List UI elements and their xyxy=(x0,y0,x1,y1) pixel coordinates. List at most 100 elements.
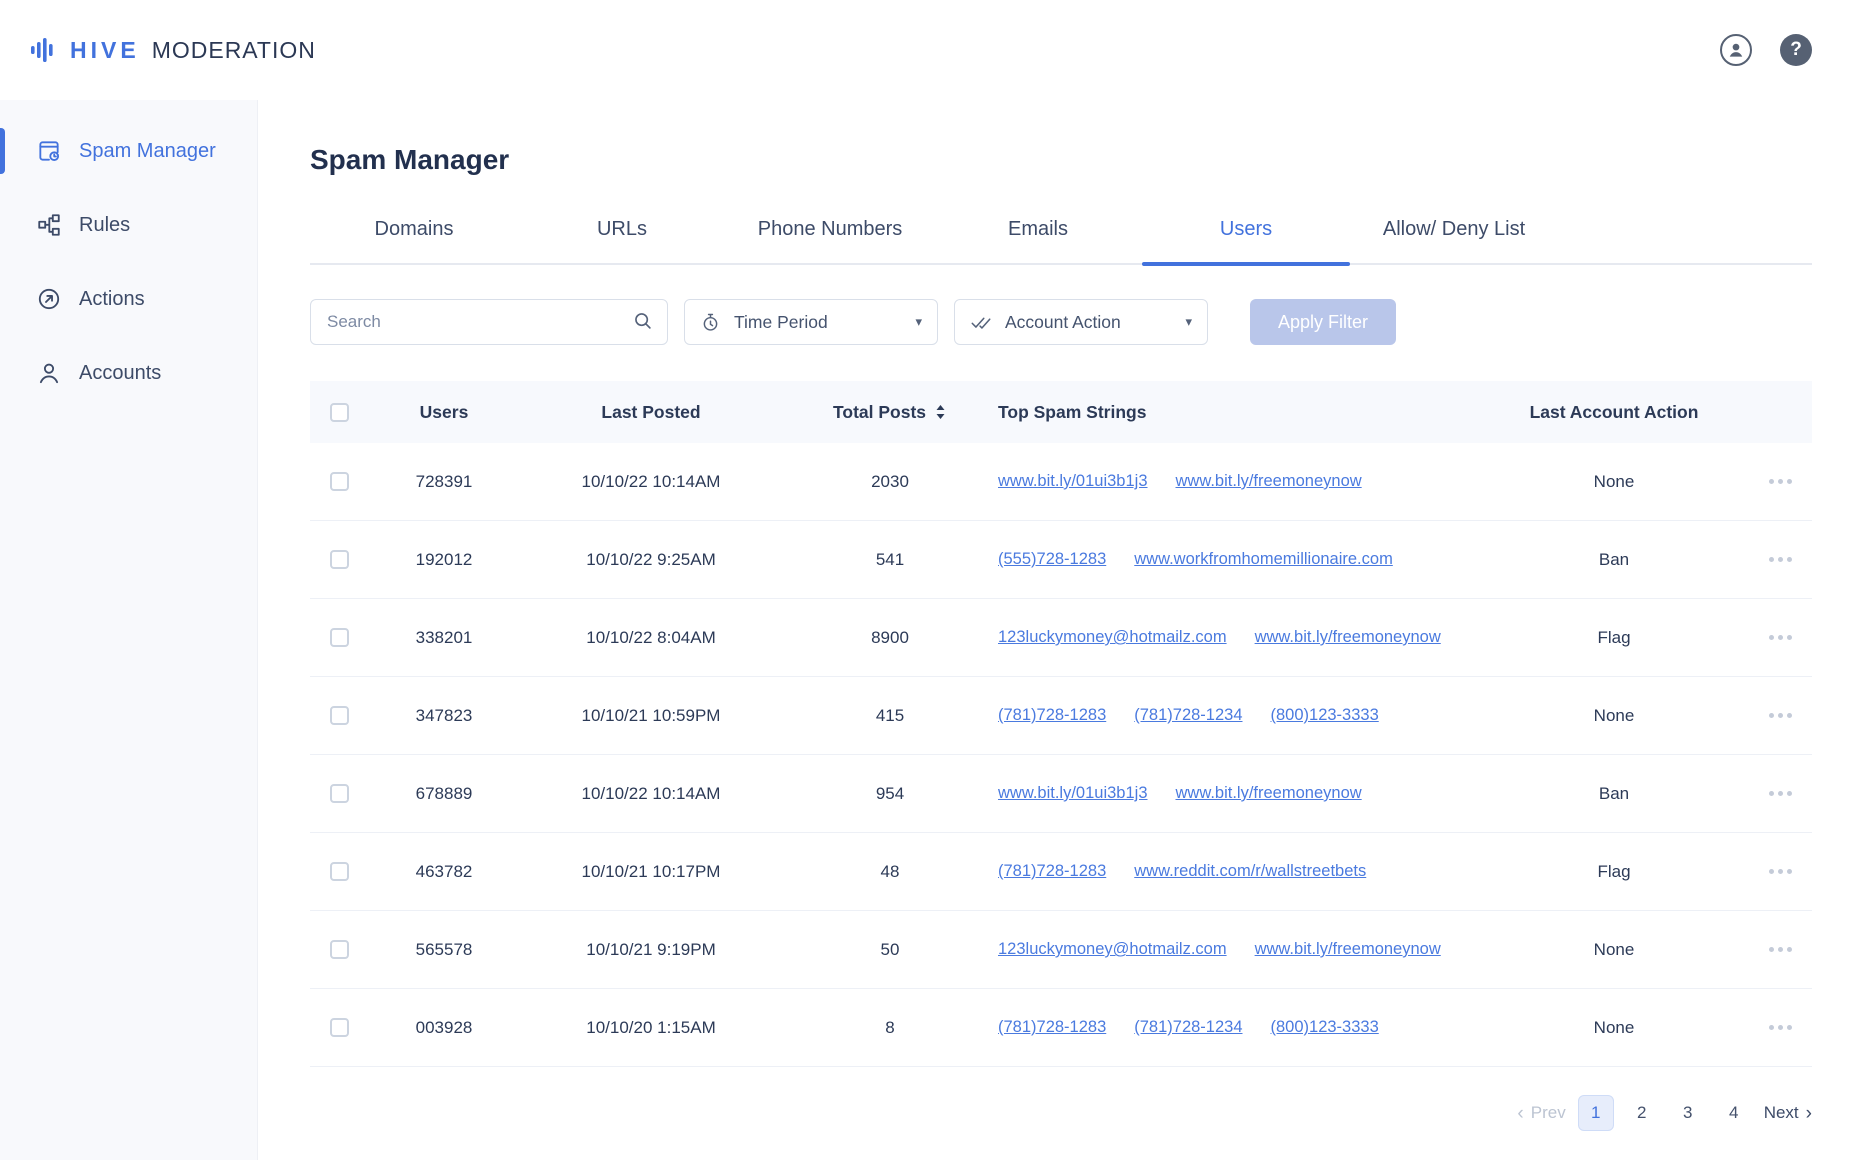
sort-icon[interactable] xyxy=(934,404,947,420)
row-checkbox[interactable] xyxy=(329,1018,349,1037)
sidebar: Spam Manager Rules Actions Accounts xyxy=(0,100,258,1160)
row-spam-strings: 123luckymoney@hotmailz.com www.bit.ly/fre… xyxy=(998,628,1480,647)
pagination-page-3[interactable]: 3 xyxy=(1670,1095,1706,1131)
pagination-next-button[interactable]: Next › xyxy=(1764,1103,1812,1123)
pagination-prev-button[interactable]: ‹ Prev xyxy=(1517,1103,1565,1123)
spam-string-link[interactable]: www.bit.ly/01ui3b1j3 xyxy=(998,472,1148,491)
row-account-action: Flag xyxy=(1597,627,1631,647)
spam-string-link[interactable]: www.workfromhomemillionaire.com xyxy=(1134,550,1393,569)
spam-string-link[interactable]: 123luckymoney@hotmailz.com xyxy=(998,628,1227,647)
row-checkbox[interactable] xyxy=(329,550,349,569)
spam-string-link[interactable]: (781)728-1283 xyxy=(998,862,1106,881)
brand-logo: HIVE MODERATION xyxy=(30,36,316,64)
row-checkbox[interactable] xyxy=(329,472,349,491)
sidebar-item-accounts[interactable]: Accounts xyxy=(0,336,257,410)
time-period-dropdown[interactable]: Time Period ▾ xyxy=(684,299,938,345)
row-last-posted: 10/10/20 1:15AM xyxy=(586,1017,716,1037)
page-title: Spam Manager xyxy=(310,144,510,175)
topbar: HIVE MODERATION ? xyxy=(0,0,1854,100)
row-total-posts: 8 xyxy=(885,1017,895,1037)
row-more-icon[interactable] xyxy=(1748,783,1812,804)
tab-users[interactable]: Users xyxy=(1142,218,1350,266)
row-total-posts: 8900 xyxy=(871,627,909,647)
spam-string-link[interactable]: (781)728-1283 xyxy=(998,1018,1106,1037)
spam-string-link[interactable]: www.bit.ly/01ui3b1j3 xyxy=(998,784,1148,803)
row-checkbox[interactable] xyxy=(329,784,349,803)
row-more-icon[interactable] xyxy=(1748,471,1812,492)
spam-string-link[interactable]: (781)728-1234 xyxy=(1134,706,1242,725)
pagination-page-2[interactable]: 2 xyxy=(1624,1095,1660,1131)
brand-name-secondary: MODERATION xyxy=(151,36,316,63)
search-box xyxy=(310,299,668,345)
row-more-icon[interactable] xyxy=(1748,861,1812,882)
main-content: Spam Manager Domains URLs Phone Numbers … xyxy=(258,100,1854,1160)
select-all-checkbox[interactable] xyxy=(329,402,349,422)
spam-string-link[interactable]: (800)123-3333 xyxy=(1271,1018,1379,1037)
row-user-id: 347823 xyxy=(415,705,473,725)
search-icon xyxy=(632,310,654,337)
row-checkbox[interactable] xyxy=(329,628,349,647)
users-table: Users Last Posted Total Posts Top Spam S… xyxy=(310,381,1812,1067)
spam-string-link[interactable]: (800)123-3333 xyxy=(1271,706,1379,725)
row-account-action: Ban xyxy=(1598,783,1630,803)
row-user-id: 565578 xyxy=(415,939,473,959)
tab-phone-numbers[interactable]: Phone Numbers xyxy=(726,218,934,263)
row-more-icon[interactable] xyxy=(1748,939,1812,960)
account-action-dropdown[interactable]: Account Action ▾ xyxy=(954,299,1208,345)
row-account-action: None xyxy=(1593,1017,1635,1037)
table-header: Users Last Posted Total Posts Top Spam S… xyxy=(310,381,1812,443)
account-action-label: Account Action xyxy=(1005,311,1121,332)
row-checkbox[interactable] xyxy=(329,940,349,959)
row-spam-strings: www.bit.ly/01ui3b1j3 www.bit.ly/freemoney… xyxy=(998,472,1480,491)
tab-domains[interactable]: Domains xyxy=(310,218,518,263)
spam-string-link[interactable]: www.bit.ly/freemoneynow xyxy=(1176,784,1362,803)
user-avatar-icon[interactable] xyxy=(1720,34,1752,66)
spam-string-link[interactable]: www.bit.ly/freemoneynow xyxy=(1255,628,1441,647)
row-more-icon[interactable] xyxy=(1748,705,1812,726)
tab-urls[interactable]: URLs xyxy=(518,218,726,263)
table-row: 003928 10/10/20 1:15AM 8 (781)728-1283 (7… xyxy=(310,989,1812,1067)
row-more-icon[interactable] xyxy=(1748,1017,1812,1038)
row-last-posted: 10/10/22 10:14AM xyxy=(581,783,721,803)
spam-string-link[interactable]: 123luckymoney@hotmailz.com xyxy=(998,940,1227,959)
stopwatch-icon xyxy=(700,312,721,333)
app-window: HIVE MODERATION ? Spam Manager Rules Act… xyxy=(0,0,1854,1160)
column-header-users: Users xyxy=(419,401,469,422)
row-more-icon[interactable] xyxy=(1748,549,1812,570)
table-row: 347823 10/10/21 10:59PM 415 (781)728-128… xyxy=(310,677,1812,755)
pagination: ‹ Prev 1234 Next › xyxy=(310,1095,1812,1160)
row-last-posted: 10/10/21 10:17PM xyxy=(581,861,721,881)
row-checkbox[interactable] xyxy=(329,862,349,881)
row-user-id: 003928 xyxy=(415,1017,473,1037)
spam-string-link[interactable]: (781)728-1234 xyxy=(1134,1018,1242,1037)
spam-string-link[interactable]: www.reddit.com/r/wallstreetbets xyxy=(1134,862,1366,881)
tab-emails[interactable]: Emails xyxy=(934,218,1142,263)
actions-icon xyxy=(36,286,62,312)
row-more-icon[interactable] xyxy=(1748,627,1812,648)
table-row: 728391 10/10/22 10:14AM 2030 www.bit.ly/… xyxy=(310,443,1812,521)
spam-string-link[interactable]: www.bit.ly/freemoneynow xyxy=(1176,472,1362,491)
sidebar-item-actions[interactable]: Actions xyxy=(0,262,257,336)
row-account-action: None xyxy=(1593,705,1635,725)
row-account-action: None xyxy=(1593,471,1635,491)
row-account-action: Ban xyxy=(1598,549,1630,569)
spam-string-link[interactable]: (781)728-1283 xyxy=(998,706,1106,725)
row-checkbox[interactable] xyxy=(329,706,349,725)
spam-string-link[interactable]: www.bit.ly/freemoneynow xyxy=(1255,940,1441,959)
row-total-posts: 415 xyxy=(875,705,905,725)
row-user-id: 728391 xyxy=(415,471,473,491)
search-input[interactable] xyxy=(310,299,668,345)
sidebar-item-rules[interactable]: Rules xyxy=(0,188,257,262)
row-user-id: 338201 xyxy=(415,627,473,647)
spam-string-link[interactable]: (555)728-1283 xyxy=(998,550,1106,569)
apply-filter-button[interactable]: Apply Filter xyxy=(1250,299,1397,345)
tab-allow-deny-list[interactable]: Allow/ Deny List xyxy=(1350,218,1558,263)
chevron-down-icon: ▾ xyxy=(915,314,922,329)
table-body: 728391 10/10/22 10:14AM 2030 www.bit.ly/… xyxy=(310,443,1812,1067)
sidebar-item-spam-manager[interactable]: Spam Manager xyxy=(0,114,257,188)
sidebar-item-label: Spam Manager xyxy=(79,139,216,162)
pagination-page-1[interactable]: 1 xyxy=(1577,1095,1614,1131)
row-total-posts: 50 xyxy=(880,939,900,959)
pagination-page-4[interactable]: 4 xyxy=(1716,1095,1752,1131)
help-icon[interactable]: ? xyxy=(1780,34,1812,66)
